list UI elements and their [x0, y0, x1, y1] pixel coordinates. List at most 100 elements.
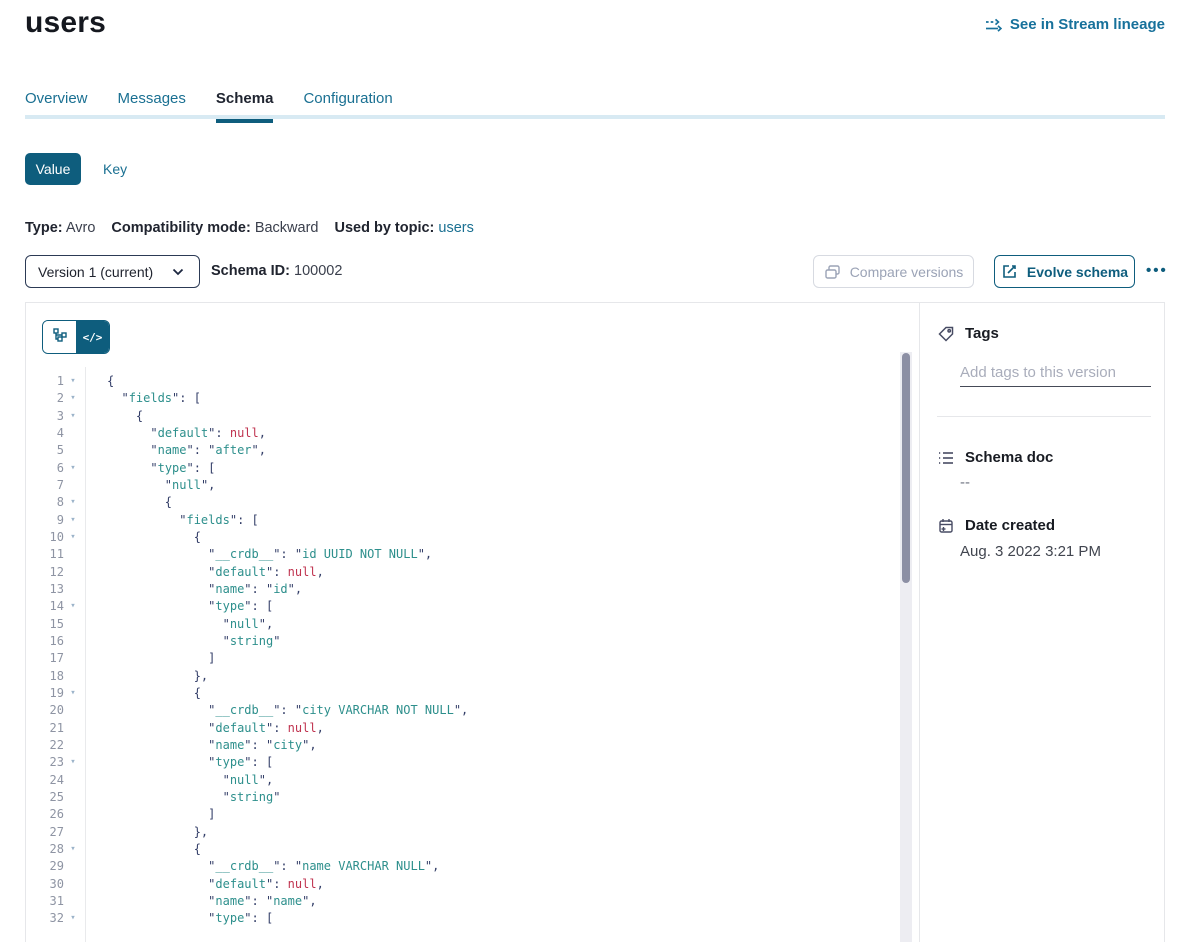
code-line: 28▾ {	[26, 841, 900, 858]
value-key-toggle: Value Key	[25, 153, 127, 185]
fold-arrow-icon[interactable]: ▾	[64, 841, 82, 858]
calendar-plus-icon	[937, 518, 955, 534]
value-toggle-button[interactable]: Value	[25, 153, 81, 185]
compare-versions-button[interactable]: Compare versions	[813, 255, 974, 288]
fold-spacer	[64, 633, 82, 650]
stream-lineage-icon	[985, 18, 1003, 32]
fold-arrow-icon[interactable]: ▾	[64, 460, 82, 477]
line-number: 27	[26, 824, 64, 841]
fold-arrow-icon[interactable]: ▾	[64, 408, 82, 425]
type-field: Type: Avro	[25, 220, 95, 236]
schema-code-editor[interactable]: 1▾{2▾ "fields": [3▾ {4 "default": null,5…	[26, 373, 900, 942]
schema-sidebar: Tags Schema doc -- Date created Aug	[921, 303, 1166, 942]
code-line: 22 "name": "city",	[26, 737, 900, 754]
code-line: 24 "null",	[26, 772, 900, 789]
fold-spacer	[64, 772, 82, 789]
line-number: 20	[26, 702, 64, 719]
fold-spacer	[64, 824, 82, 841]
line-number: 31	[26, 893, 64, 910]
fold-spacer	[64, 806, 82, 823]
line-number: 28	[26, 841, 64, 858]
line-number: 21	[26, 720, 64, 737]
line-number: 4	[26, 425, 64, 442]
line-number: 30	[26, 876, 64, 893]
line-number: 6	[26, 460, 64, 477]
add-tags-input[interactable]	[960, 358, 1151, 387]
more-options-button[interactable]: •••	[1146, 256, 1168, 286]
code-line: 32▾ "type": [	[26, 910, 900, 927]
topic-link[interactable]: users	[438, 220, 473, 236]
code-line: 12 "default": null,	[26, 564, 900, 581]
key-toggle-button[interactable]: Key	[103, 161, 127, 177]
fold-spacer	[64, 477, 82, 494]
line-number: 23	[26, 754, 64, 771]
line-number: 14	[26, 598, 64, 615]
date-created-header: Date created	[937, 517, 1055, 534]
line-number: 24	[26, 772, 64, 789]
fold-spacer	[64, 893, 82, 910]
fold-arrow-icon[interactable]: ▾	[64, 529, 82, 546]
fold-spacer	[64, 668, 82, 685]
line-number: 3	[26, 408, 64, 425]
code-view-button[interactable]: </>	[76, 321, 109, 353]
line-number: 29	[26, 858, 64, 875]
fold-spacer	[64, 425, 82, 442]
date-created-value: Aug. 3 2022 3:21 PM	[960, 543, 1101, 560]
schema-panel: </> 1▾{2▾ "fields": [3▾ {4 "default": nu…	[25, 302, 1165, 942]
fold-arrow-icon[interactable]: ▾	[64, 390, 82, 407]
code-line: 20 "__crdb__": "city VARCHAR NOT NULL",	[26, 702, 900, 719]
line-number: 9	[26, 512, 64, 529]
fold-arrow-icon[interactable]: ▾	[64, 512, 82, 529]
evolve-schema-button[interactable]: Evolve schema	[994, 255, 1135, 288]
code-line: 26 ]	[26, 806, 900, 823]
fold-arrow-icon[interactable]: ▾	[64, 910, 82, 927]
fold-spacer	[64, 702, 82, 719]
fold-arrow-icon[interactable]: ▾	[64, 754, 82, 771]
view-toggle: </>	[42, 320, 110, 354]
code-line: 10▾ {	[26, 529, 900, 546]
code-line: 17 ]	[26, 650, 900, 667]
fold-spacer	[64, 650, 82, 667]
fold-spacer	[64, 546, 82, 563]
line-number: 8	[26, 494, 64, 511]
code-line: 25 "string"	[26, 789, 900, 806]
code-line: 11 "__crdb__": "id UUID NOT NULL",	[26, 546, 900, 563]
code-line: 21 "default": null,	[26, 720, 900, 737]
line-number: 1	[26, 373, 64, 390]
fold-arrow-icon[interactable]: ▾	[64, 494, 82, 511]
tab-underline-band	[25, 115, 1165, 119]
code-line: 13 "name": "id",	[26, 581, 900, 598]
fold-spacer	[64, 876, 82, 893]
line-number: 19	[26, 685, 64, 702]
schema-doc-header: Schema doc	[937, 449, 1053, 466]
editor-scrollbar-thumb[interactable]	[902, 353, 910, 583]
tree-view-button[interactable]	[43, 321, 76, 353]
code-line: 6▾ "type": [	[26, 460, 900, 477]
line-number: 2	[26, 390, 64, 407]
stream-lineage-link[interactable]: See in Stream lineage	[985, 16, 1165, 33]
fold-arrow-icon[interactable]: ▾	[64, 373, 82, 390]
code-line: 1▾{	[26, 373, 900, 390]
code-line: 16 "string"	[26, 633, 900, 650]
code-line: 14▾ "type": [	[26, 598, 900, 615]
edit-icon	[1001, 264, 1019, 279]
stream-lineage-label: See in Stream lineage	[1010, 16, 1165, 33]
tree-view-icon	[53, 328, 67, 347]
version-select[interactable]: Version 1 (current)	[25, 255, 200, 288]
code-line: 9▾ "fields": [	[26, 512, 900, 529]
code-line: 23▾ "type": [	[26, 754, 900, 771]
topic-field: Used by topic: users	[334, 220, 473, 236]
code-line: 27 },	[26, 824, 900, 841]
line-number: 10	[26, 529, 64, 546]
fold-spacer	[64, 564, 82, 581]
editor-scrollbar-track[interactable]	[900, 352, 912, 942]
line-number: 32	[26, 910, 64, 927]
tag-icon	[937, 326, 955, 342]
page-title: users	[25, 6, 106, 40]
fold-arrow-icon[interactable]: ▾	[64, 598, 82, 615]
line-number: 18	[26, 668, 64, 685]
code-view-icon: </>	[83, 331, 103, 344]
fold-spacer	[64, 789, 82, 806]
fold-arrow-icon[interactable]: ▾	[64, 685, 82, 702]
compat-field: Compatibility mode: Backward	[111, 220, 318, 236]
